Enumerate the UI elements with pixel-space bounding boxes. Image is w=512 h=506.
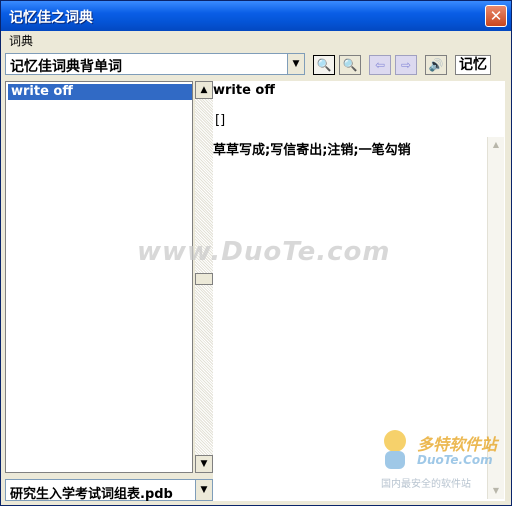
word-list-scrollbar[interactable]: ▲ ▼ bbox=[195, 81, 213, 473]
previous-button[interactable]: ⇦ bbox=[369, 55, 391, 75]
speaker-icon: 🔊 bbox=[428, 58, 444, 72]
list-item[interactable]: write off bbox=[8, 84, 192, 100]
window-title: 记忆佳之词典 bbox=[9, 10, 93, 26]
memory-button[interactable]: 记忆 bbox=[455, 55, 491, 75]
close-button[interactable]: ✕ bbox=[485, 5, 507, 27]
entry-phonetic: [] bbox=[215, 113, 226, 128]
scroll-thumb[interactable] bbox=[195, 273, 213, 285]
scroll-up-button[interactable]: ▲ bbox=[195, 81, 213, 99]
scroll-up-icon[interactable]: ▲ bbox=[488, 137, 504, 153]
next-button[interactable]: ⇨ bbox=[395, 55, 417, 75]
wordbook-select[interactable]: 研究生入学考试词组表.pdb ▼ bbox=[5, 479, 213, 502]
arrow-left-icon: ⇦ bbox=[374, 58, 386, 72]
app-window: 记忆佳之词典 ✕ 词典 记忆佳词典背单词 ▼ 🔍 🔍 ⇦ ⇨ 🔊 记忆 writ… bbox=[0, 0, 512, 506]
site-logo: 多特软件站 DuoTe.Com 国内最安全的软件站 bbox=[377, 425, 509, 503]
menu-bar: 词典 bbox=[1, 31, 511, 49]
arrow-right-icon: ⇨ bbox=[400, 58, 412, 72]
watermark: www.DuoTe.com bbox=[137, 237, 391, 267]
entry-headword: write off bbox=[213, 83, 275, 98]
logo-title: 多特软件站 bbox=[417, 435, 498, 454]
magnifier-icon: 🔍 bbox=[316, 58, 332, 72]
speak-button[interactable]: 🔊 bbox=[425, 55, 447, 75]
search-button[interactable]: 🔍 bbox=[313, 55, 335, 75]
word-list[interactable]: write off bbox=[5, 81, 193, 473]
menu-item-dictionary[interactable]: 词典 bbox=[9, 32, 33, 49]
title-bar[interactable]: 记忆佳之词典 ✕ bbox=[1, 1, 511, 31]
wordbook-select-value: 研究生入学考试词组表.pdb bbox=[10, 487, 173, 502]
logo-url: DuoTe.Com bbox=[417, 453, 493, 467]
entry-definition: 草草写成;写信寄出;注销;一笔勾销 bbox=[213, 143, 411, 158]
logo-slogan: 国内最安全的软件站 bbox=[381, 479, 471, 490]
scroll-down-button[interactable]: ▼ bbox=[195, 455, 213, 473]
dictionary-select-value: 记忆佳词典背单词 bbox=[10, 59, 122, 75]
chevron-down-icon[interactable]: ▼ bbox=[287, 54, 304, 74]
search-add-button[interactable]: 🔍 bbox=[339, 55, 361, 75]
magnifier-plus-icon: 🔍 bbox=[342, 58, 358, 72]
mascot-icon bbox=[384, 430, 406, 469]
close-icon: ✕ bbox=[489, 7, 503, 25]
chevron-down-icon[interactable]: ▼ bbox=[195, 480, 212, 500]
dictionary-select[interactable]: 记忆佳词典背单词 ▼ bbox=[5, 53, 305, 75]
